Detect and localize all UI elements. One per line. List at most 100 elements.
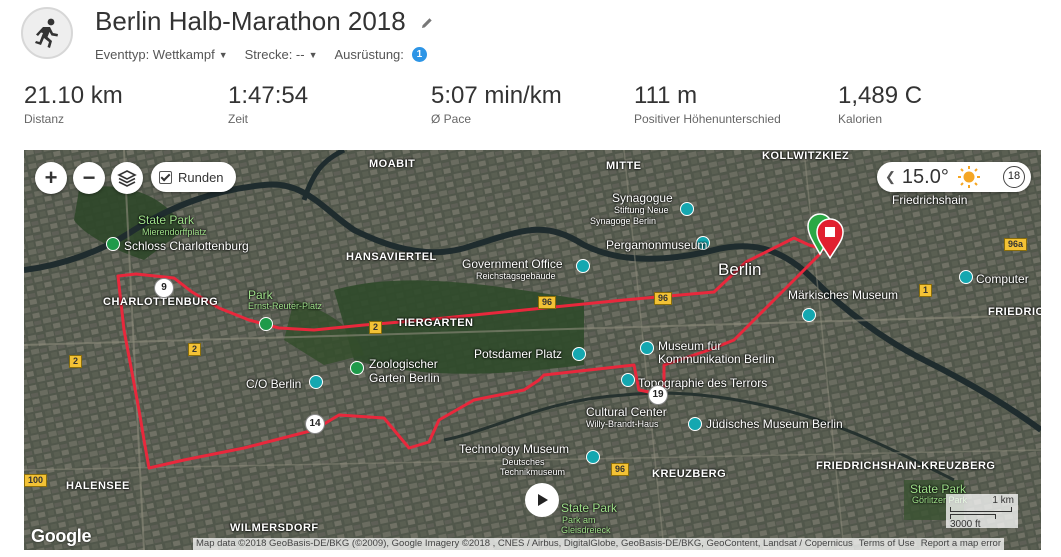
park-poi-icon (259, 317, 273, 331)
map-label: TIERGARTEN (397, 317, 474, 329)
map-attribution: Map data ©2018 GeoBasis-DE/BKG (©2009), … (193, 538, 1005, 550)
road-shield: 96 (654, 292, 673, 305)
chevron-left-icon[interactable]: ❮ (885, 169, 896, 185)
chevron-down-icon: ▼ (218, 49, 228, 60)
terms-link[interactable]: Terms of Use (859, 538, 915, 550)
play-icon (538, 494, 548, 506)
map-label: State Park (561, 501, 618, 515)
event-type-dropdown[interactable]: Eventtyp: Wettkampf ▼ (95, 47, 228, 62)
map-label: Cultural Center (586, 405, 667, 419)
map-label: Park am (562, 515, 596, 525)
gear-count-badge: 1 (411, 47, 427, 62)
map-label: Willy-Brandt-Haus (586, 419, 659, 429)
zoom-in-button[interactable]: + (35, 162, 67, 194)
runner-icon (35, 18, 58, 48)
museum-poi-icon (688, 417, 702, 431)
map-label: Jüdisches Museum Berlin (706, 417, 843, 431)
zoom-out-button[interactable]: − (73, 162, 105, 194)
gear-label: Ausrüstung: (334, 47, 404, 62)
map-label: Museum für (658, 339, 722, 353)
chevron-down-icon: ▼ (308, 49, 318, 60)
map-label: HANSAVIERTEL (346, 251, 437, 263)
road-shield: 100 (24, 474, 48, 487)
layers-button[interactable] (111, 162, 143, 194)
map-label: Gleisdreieck (561, 525, 611, 535)
map-label: Synagogue (612, 191, 673, 205)
map-label: Technikmuseum (500, 467, 566, 477)
layers-icon (117, 170, 137, 187)
map-label: Computer (976, 272, 1029, 286)
map-scale: 1 km 3000 ft (946, 494, 1018, 530)
map-label: Pergamonmuseum (606, 238, 708, 252)
km-marker[interactable]: 9 (154, 278, 174, 298)
museum-poi-icon (586, 450, 600, 464)
map-label: Technology Museum (459, 442, 570, 456)
museum-poi-icon (959, 270, 973, 284)
laps-label: Runden (178, 169, 224, 185)
stat-label: Positiver Höhenunterschied (634, 112, 781, 126)
scale-bar (950, 507, 1012, 512)
stat-label: Zeit (228, 112, 249, 126)
road-shield: 2 (188, 343, 202, 356)
road-shield: 96 (611, 463, 630, 476)
map-label: Märkisches Museum (788, 288, 899, 302)
wind-speed: 18 (1003, 166, 1025, 188)
map-label: Zoologischer (369, 357, 438, 371)
map-label: Deutsches (502, 457, 545, 467)
stat-value: 1,489 C (838, 82, 923, 109)
sun-icon (957, 166, 980, 188)
google-logo: Google (31, 526, 92, 546)
map-label: HALENSEE (66, 480, 130, 492)
park-poi-icon (106, 237, 120, 251)
map-label: FRIEDRICHSHAIN-KREUZBERG (816, 460, 996, 472)
map-label: KREUZBERG (652, 468, 727, 480)
temperature: 15.0° (901, 165, 949, 188)
museum-poi-icon (640, 341, 654, 355)
stat-distance: 21.10 km Distanz (24, 82, 123, 126)
road-shield: 2 (369, 321, 383, 334)
map-label: Reichstagsgebäude (476, 271, 556, 281)
laps-toggle[interactable]: Runden (151, 162, 236, 192)
stat-label: Distanz (24, 112, 65, 126)
edit-pencil-icon[interactable] (420, 16, 434, 30)
map-label: Garten Berlin (369, 371, 440, 385)
stat-calories: 1,489 C Kalorien (838, 82, 922, 126)
road-shield: 96a (1004, 238, 1028, 251)
map-label: FRIEDRIC (988, 306, 1041, 318)
weather-widget: ❮ 15.0° 18 (877, 162, 1031, 192)
map-label: Government Office (462, 257, 563, 271)
activity-title[interactable]: Berlin Halb-Marathon 2018 (95, 6, 406, 37)
stat-value: 111 m (634, 82, 698, 109)
map-label: Mierendorffplatz (142, 227, 207, 237)
map-label: State Park (138, 213, 195, 227)
activity-meta-bar: Eventtyp: Wettkampf ▼ Strecke: -- ▼ Ausr… (95, 47, 427, 62)
finish-marker-icon[interactable] (814, 218, 846, 260)
km-marker[interactable]: 19 (648, 385, 668, 405)
report-error-link[interactable]: Report a map error (921, 538, 1001, 550)
laps-checkbox[interactable] (159, 170, 172, 184)
museum-poi-icon (621, 373, 635, 387)
stat-elevation-gain: 111 m Positiver Höhenunterschied (634, 82, 781, 126)
museum-poi-icon (309, 375, 323, 389)
course-label: Strecke: -- (244, 47, 305, 62)
map-label: WILMERSDORF (230, 522, 319, 534)
government-poi-icon (576, 259, 590, 273)
map-label: MITTE (606, 160, 642, 172)
museum-poi-icon (802, 308, 816, 322)
stat-value: 5:07 min/km (431, 82, 562, 109)
map-label: C/O Berlin (246, 377, 302, 391)
stat-value: 21.10 km (24, 82, 123, 109)
zoo-poi-icon (350, 361, 364, 375)
stat-pace: 5:07 min/km Ø Pace (431, 82, 562, 126)
stat-time: 1:47:54 Zeit (228, 82, 308, 126)
gear-selector[interactable]: Ausrüstung: 1 (335, 47, 427, 62)
play-route-button[interactable] (525, 483, 559, 517)
km-marker[interactable]: 14 (305, 414, 325, 434)
course-dropdown[interactable]: Strecke: -- ▼ (245, 47, 318, 62)
map-label: Berlin (718, 260, 762, 279)
synagogue-poi-icon (680, 202, 694, 216)
map-label: Kommunikation Berlin (658, 352, 775, 366)
event-type-label: Eventtyp: Wettkampf (95, 47, 215, 62)
map-label: Schloss Charlottenburg (124, 239, 249, 253)
scale-ft: 3000 ft (950, 519, 981, 530)
